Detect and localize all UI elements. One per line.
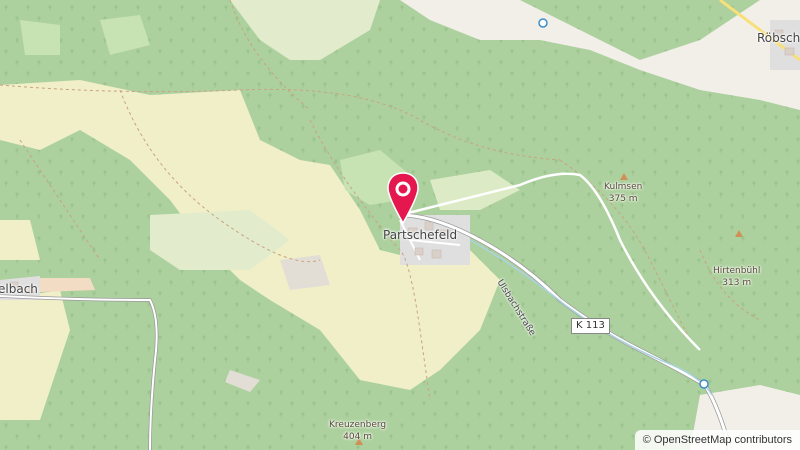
- peak-icon: [735, 230, 743, 237]
- peak-elevation: 404 m: [343, 432, 372, 442]
- place-label-robsch: Röbsch: [757, 31, 800, 45]
- road-ref-badge: K 113: [571, 318, 610, 334]
- peak-icon: [620, 173, 628, 180]
- place-label-elbach: elbach: [0, 282, 38, 296]
- stop-icon: [538, 18, 548, 28]
- peak-label: Kulmsen 375 m: [604, 181, 642, 205]
- peak-label: Kreuzenberg 404 m: [329, 419, 386, 443]
- peak-elevation: 375 m: [608, 194, 638, 204]
- attribution-link[interactable]: OpenStreetMap contributors: [654, 434, 792, 446]
- peak-name: Hirtenbühl: [713, 266, 761, 276]
- attribution[interactable]: © OpenStreetMap contributors: [634, 430, 800, 450]
- place-label-partschefeld: Partschefeld: [383, 228, 458, 242]
- peak-name: Kreuzenberg: [329, 420, 387, 430]
- pin-shape: [387, 172, 419, 225]
- copyright-symbol: ©: [642, 434, 651, 446]
- stop-icon: [699, 379, 709, 389]
- peak-name: Kulmsen: [604, 182, 643, 192]
- peak-label: Hirtenbühl 313 m: [713, 265, 760, 289]
- map-canvas[interactable]: Partschefeld Röbsch elbach Kulmsen 375 m…: [0, 0, 800, 450]
- peak-elevation: 313 m: [722, 278, 752, 288]
